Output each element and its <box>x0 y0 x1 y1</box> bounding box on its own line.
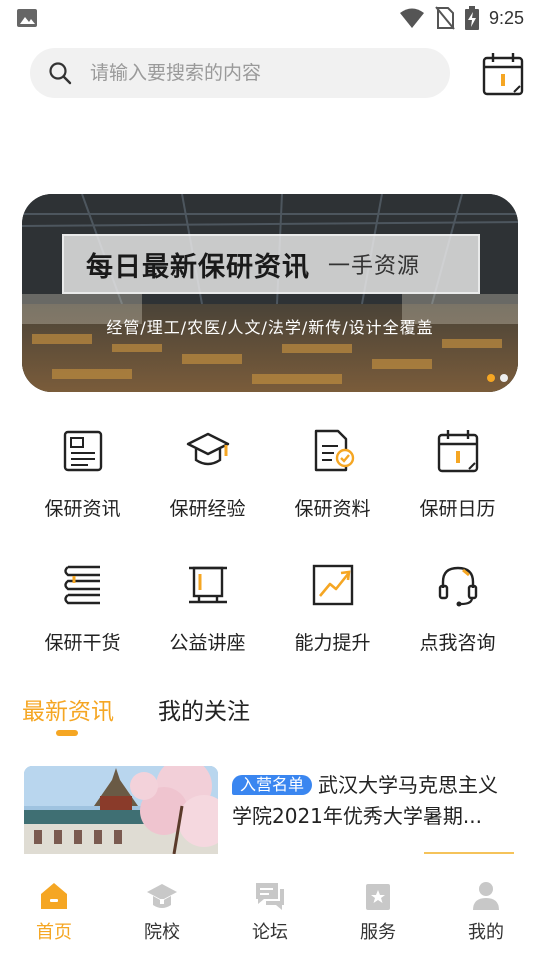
no-sim-icon <box>435 6 455 30</box>
search-icon <box>49 62 72 85</box>
calendar-icon[interactable] <box>482 52 524 96</box>
banner-title: 每日最新保研资讯 <box>86 251 310 283</box>
pagination-dot <box>500 374 508 382</box>
function-grid: 保研资讯 保研经验 保研资料 保研日历 保研干货 公益讲座 能力提升 点我咨询 <box>20 428 520 656</box>
search-bar[interactable] <box>30 48 450 98</box>
graduation-cap-icon <box>186 432 229 466</box>
books-icon <box>63 565 100 605</box>
article-tag: 入营名单 <box>232 775 313 795</box>
forum-icon <box>256 883 284 910</box>
nav-services[interactable]: 服务 <box>324 854 432 960</box>
grid-item-materials[interactable]: 保研资料 <box>270 428 395 522</box>
nav-home[interactable]: 首页 <box>0 854 108 960</box>
grid-item-calendar[interactable]: 保研日历 <box>395 428 520 522</box>
grid-label: 保研资料 <box>294 498 371 520</box>
growth-chart-icon <box>312 564 353 606</box>
podium-icon <box>188 566 227 604</box>
tab-latest-news[interactable]: 最新资讯 <box>22 692 114 726</box>
grid-label: 点我咨询 <box>419 632 496 654</box>
banner-subtitle: 一手资源 <box>328 254 421 279</box>
grid-label: 公益讲座 <box>169 632 246 654</box>
nav-profile[interactable]: 我的 <box>432 854 540 960</box>
nav-label: 论坛 <box>252 922 288 943</box>
search-input[interactable] <box>90 62 390 84</box>
grid-label: 能力提升 <box>294 632 371 654</box>
nav-label: 我的 <box>468 922 504 943</box>
nav-schools[interactable]: 院校 <box>108 854 216 960</box>
article-text: 入营名单 武汉大学马克思主义学院2021年优秀大学暑期... <box>232 770 516 832</box>
school-icon <box>147 884 177 908</box>
document-check-icon <box>314 429 354 472</box>
article-card[interactable]: 入营名单 武汉大学马克思主义学院2021年优秀大学暑期... <box>22 766 518 854</box>
nav-label: 首页 <box>36 922 72 943</box>
banner-headline-box: 每日最新保研资讯 一手资源 <box>62 234 480 294</box>
banner-tags: 经管/理工/农医/人文/法学/新传/设计全覆盖 <box>106 318 434 337</box>
calendar-icon <box>437 430 478 473</box>
grid-item-lectures[interactable]: 公益讲座 <box>145 562 270 656</box>
article-thumbnail <box>24 766 218 854</box>
service-icon <box>366 884 390 910</box>
grid-label: 保研干货 <box>44 632 121 654</box>
news-icon <box>63 430 102 472</box>
nav-label: 院校 <box>144 922 180 943</box>
grid-label: 保研资讯 <box>44 498 121 520</box>
grid-item-improve[interactable]: 能力提升 <box>270 562 395 656</box>
active-tab-indicator <box>56 730 78 736</box>
grid-label: 保研经验 <box>169 498 246 520</box>
wifi-icon <box>399 8 424 28</box>
content-tabs: 最新资讯 我的关注 <box>22 692 250 726</box>
promo-banner[interactable]: 每日最新保研资讯 一手资源 经管/理工/农医/人文/法学/新传/设计全覆盖 <box>22 194 518 392</box>
nav-forum[interactable]: 论坛 <box>216 854 324 960</box>
grid-item-news[interactable]: 保研资讯 <box>20 428 145 522</box>
battery-charging-icon <box>464 6 479 30</box>
grid-label: 保研日历 <box>419 498 496 520</box>
status-bar: 9:25 <box>0 0 540 36</box>
banner-pagination <box>487 374 508 382</box>
tab-following[interactable]: 我的关注 <box>158 692 250 726</box>
home-icon <box>41 883 67 909</box>
image-icon <box>17 9 37 27</box>
pagination-dot-active <box>487 374 495 382</box>
user-icon <box>473 882 499 910</box>
headset-icon <box>438 566 477 607</box>
grid-item-tips[interactable]: 保研干货 <box>20 562 145 656</box>
grid-item-consult[interactable]: 点我咨询 <box>395 562 520 656</box>
nav-label: 服务 <box>360 922 396 943</box>
bottom-nav: 首页 院校 论坛 服务 我的 <box>0 854 540 960</box>
grid-item-experience[interactable]: 保研经验 <box>145 428 270 522</box>
status-time: 9:25 <box>488 7 524 28</box>
